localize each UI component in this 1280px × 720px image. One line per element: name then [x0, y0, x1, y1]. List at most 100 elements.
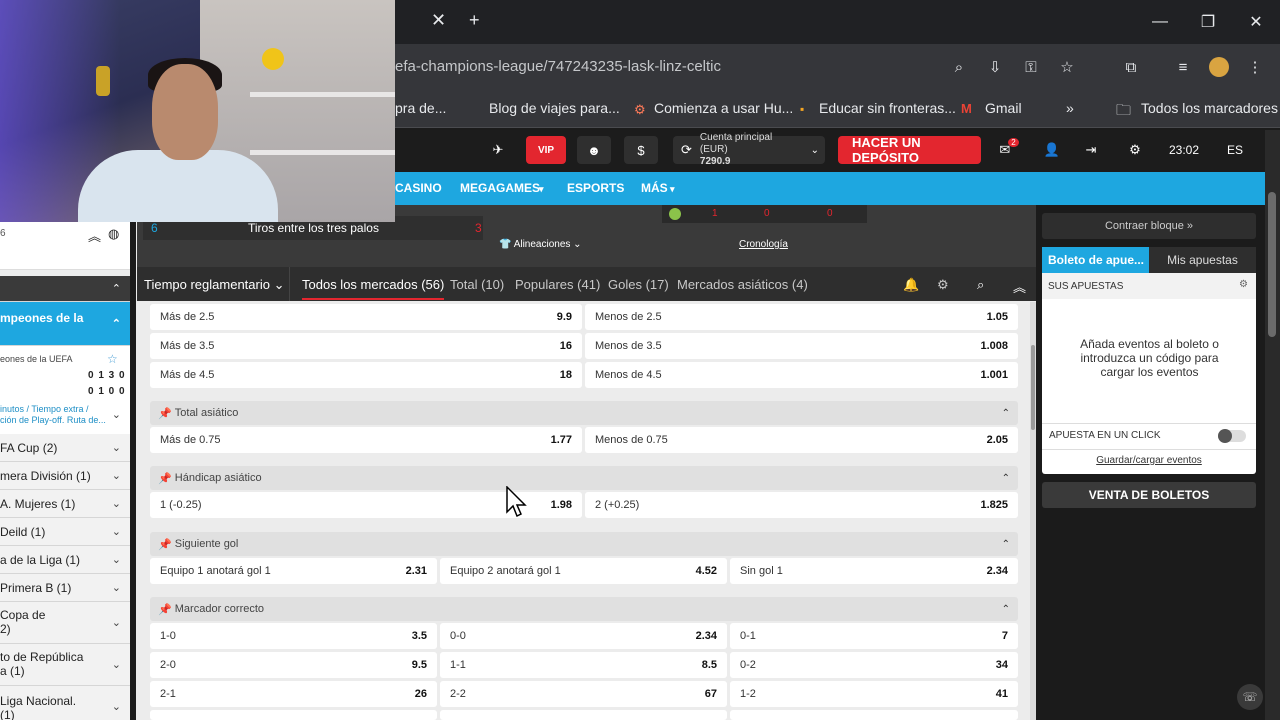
profile-avatar-icon[interactable] — [1204, 54, 1234, 80]
sidebar-item[interactable]: Primera B (1) ⌄ — [0, 574, 130, 602]
odd-cell[interactable]: Menos de 4.5 1.001 — [585, 362, 1018, 388]
menu-icon[interactable]: ⋮ — [1240, 54, 1270, 80]
sidebar-item[interactable]: mera División (1) ⌄ — [0, 462, 130, 490]
pin-icon[interactable]: 📌 — [158, 603, 172, 616]
refresh-icon[interactable]: ⟳ — [681, 142, 692, 158]
save-load-events-link[interactable]: Guardar/cargar eventos — [1042, 455, 1256, 466]
key-icon[interactable]: ⚿ — [1016, 54, 1046, 80]
odd-cell[interactable]: 0-2 34 — [730, 652, 1018, 678]
market-header[interactable]: 📌 Total asiático ⌃ — [150, 401, 1018, 425]
odd-cell[interactable]: Equipo 1 anotará gol 1 2.31 — [150, 558, 437, 584]
vip-button[interactable]: VIP — [526, 136, 566, 164]
bookmarks-overflow-icon[interactable]: » — [1066, 100, 1074, 116]
page-scrollbar-thumb[interactable] — [1268, 192, 1276, 337]
period-selector[interactable]: Tiempo reglamentario ⌄ — [144, 277, 284, 293]
restore-icon[interactable]: ❐ — [1184, 0, 1232, 44]
sidebar-item[interactable]: Deild (1) ⌄ — [0, 518, 130, 546]
tab-total[interactable]: Total (10) — [450, 277, 504, 292]
tab-popular[interactable]: Populares (41) — [515, 277, 600, 292]
odd-cell[interactable]: 1-2 41 — [730, 681, 1018, 707]
odd-cell[interactable]: Menos de 2.5 1.05 — [585, 304, 1018, 330]
close-tab-icon[interactable]: ✕ — [431, 10, 446, 31]
nav-casino[interactable]: CASINO — [395, 181, 442, 195]
extensions-icon[interactable]: ⧉ — [1116, 54, 1146, 80]
odd-cell[interactable]: Sin gol 1 2.34 — [730, 558, 1018, 584]
tab-asian-markets[interactable]: Mercados asiáticos (4) — [677, 277, 808, 292]
media-icon[interactable]: ≡ — [1168, 54, 1198, 80]
odd-cell[interactable]: Equipo 2 anotará gol 1 4.52 — [440, 558, 727, 584]
window-close-icon[interactable]: ✕ — [1232, 0, 1280, 44]
sidebar-item[interactable]: FA Cup (2) ⌄ — [0, 434, 130, 462]
pin-icon[interactable]: 📌 — [158, 538, 172, 551]
odd-cell[interactable] — [730, 710, 1018, 720]
match-note[interactable]: inutos / Tiempo extra / ción de Play-off… — [0, 404, 106, 426]
favorite-star-icon[interactable]: ☆ — [107, 352, 118, 366]
zoom-icon[interactable]: ⌕ — [944, 54, 974, 80]
search-icon[interactable]: ⌕ — [977, 277, 984, 293]
odd-cell[interactable] — [440, 710, 727, 720]
odd-cell[interactable]: 2-1 26 — [150, 681, 437, 707]
odd-cell[interactable]: Menos de 3.5 1.008 — [585, 333, 1018, 359]
user-icon[interactable]: 👤 — [1035, 136, 1069, 164]
support-chat-icon[interactable]: ☏ — [1237, 684, 1263, 710]
bookmark-item[interactable]: Gmail — [985, 100, 1022, 116]
mail-icon[interactable]: ✉ 2 — [993, 136, 1027, 164]
new-tab-icon[interactable]: + — [469, 10, 480, 31]
settings-icon[interactable]: ⚙ — [1117, 136, 1153, 164]
odd-cell[interactable]: Más de 2.5 9.9 — [150, 304, 582, 330]
ticket-sale-button[interactable]: VENTA DE BOLETOS — [1042, 482, 1256, 508]
settings-icon[interactable]: ⚙ — [937, 277, 949, 293]
globe-icon[interactable]: ◍ — [108, 226, 119, 242]
all-bookmarks[interactable]: Todos los marcadores — [1141, 100, 1278, 116]
rocket-icon[interactable]: ✈ — [483, 136, 513, 164]
language-selector[interactable]: ES — [1215, 136, 1255, 164]
nav-more[interactable]: MÁS — [641, 181, 668, 195]
bookmark-item[interactable]: Educar sin fronteras... — [819, 100, 956, 116]
pin-icon[interactable]: 📌 — [158, 472, 172, 485]
odd-cell[interactable]: 1-1 8.5 — [440, 652, 727, 678]
odd-cell[interactable]: 2 (+0.25) 1.825 — [585, 492, 1018, 518]
tab-all-markets[interactable]: Todos los mercados (56) — [302, 277, 445, 300]
promo-icon[interactable]: ☻ — [577, 136, 611, 164]
bookmark-item[interactable]: Blog de viajes para... — [489, 100, 620, 116]
timeline-link[interactable]: Cronología — [739, 239, 788, 250]
settings-icon[interactable]: ⚙ — [1239, 279, 1248, 290]
collapse-icon[interactable]: ︽ — [88, 226, 101, 245]
odd-cell[interactable]: Más de 0.75 1.77 — [150, 427, 582, 453]
sidebar-section-header[interactable]: ⌃ — [0, 276, 130, 302]
logout-icon[interactable]: ⇥ — [1077, 136, 1105, 164]
sidebar-item[interactable]: a de la Liga (1) ⌄ — [0, 546, 130, 574]
odd-cell[interactable]: Menos de 0.75 2.05 — [585, 427, 1018, 453]
bell-icon[interactable]: 🔔 — [903, 277, 919, 293]
odd-cell[interactable]: 1-0 3.5 — [150, 623, 437, 649]
tab-goals[interactable]: Goles (17) — [608, 277, 669, 292]
odd-cell[interactable]: Más de 4.5 18 — [150, 362, 582, 388]
dollar-icon[interactable]: $ — [624, 136, 658, 164]
one-click-toggle[interactable] — [1218, 429, 1246, 443]
odd-cell[interactable]: 2-0 9.5 — [150, 652, 437, 678]
bookmark-item[interactable]: pra de... — [395, 100, 446, 116]
market-header[interactable]: 📌 Hándicap asiático ⌃ — [150, 466, 1018, 490]
pin-icon[interactable]: 📌 — [158, 407, 172, 420]
market-header[interactable]: 📌 Marcador correcto ⌃ — [150, 597, 1018, 621]
odd-cell[interactable]: 0-0 2.34 — [440, 623, 727, 649]
nav-megagames[interactable]: MEGAGAMES — [460, 181, 540, 195]
tab-my-bets[interactable]: Mis apuestas — [1149, 247, 1256, 273]
sidebar-item[interactable]: to de República a (1) ⌄ — [0, 644, 130, 686]
account-selector[interactable]: ⟳ Cuenta principal (EUR) 7290.9 ⌄ — [673, 132, 825, 167]
nav-esports[interactable]: ESPORTS — [567, 181, 624, 195]
lineups-button[interactable]: 👕 Alineaciones ⌄ — [499, 239, 582, 250]
sidebar-item[interactable]: A. Mujeres (1) ⌄ — [0, 490, 130, 518]
collapse-all-icon[interactable]: ︽ — [1013, 277, 1026, 296]
tab-betslip[interactable]: Boleto de apue... — [1042, 247, 1149, 273]
sidebar-item-champions-league[interactable]: mpeones de la ⌃ — [0, 302, 130, 346]
odd-cell[interactable]: Más de 3.5 16 — [150, 333, 582, 359]
bookmark-item[interactable]: Comienza a usar Hu... — [654, 100, 793, 116]
market-header[interactable]: 📌 Siguiente gol ⌃ — [150, 532, 1018, 556]
sidebar-item[interactable]: Liga Nacional. (1) ⌄ — [0, 686, 130, 720]
minimize-icon[interactable]: — — [1136, 0, 1184, 44]
deposit-button[interactable]: HACER UN DEPÓSITO — [838, 135, 981, 165]
url-field[interactable]: efa-champions-league/747243235-lask-linz… — [395, 58, 721, 75]
odd-cell[interactable]: 2-2 67 — [440, 681, 727, 707]
odd-cell[interactable] — [150, 710, 437, 720]
